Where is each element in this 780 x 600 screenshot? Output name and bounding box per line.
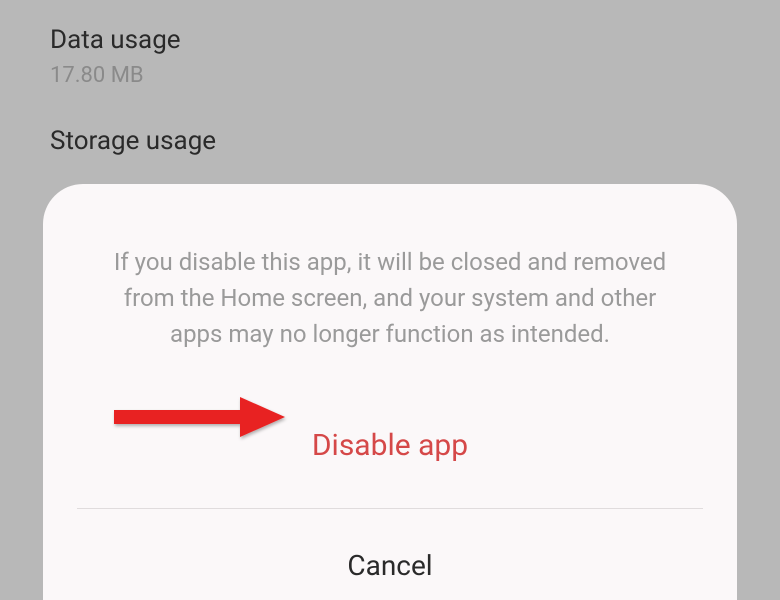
storage-usage-label: Storage usage xyxy=(50,126,730,156)
data-usage-value: 17.80 MB xyxy=(50,63,730,88)
data-usage-item: Data usage 17.80 MB xyxy=(50,25,730,88)
annotation-arrow-icon xyxy=(110,392,290,442)
cancel-button[interactable]: Cancel xyxy=(93,509,687,600)
data-usage-label: Data usage xyxy=(50,25,730,55)
storage-usage-item: Storage usage xyxy=(50,126,730,156)
dialog-message: If you disable this app, it will be clos… xyxy=(93,244,687,352)
